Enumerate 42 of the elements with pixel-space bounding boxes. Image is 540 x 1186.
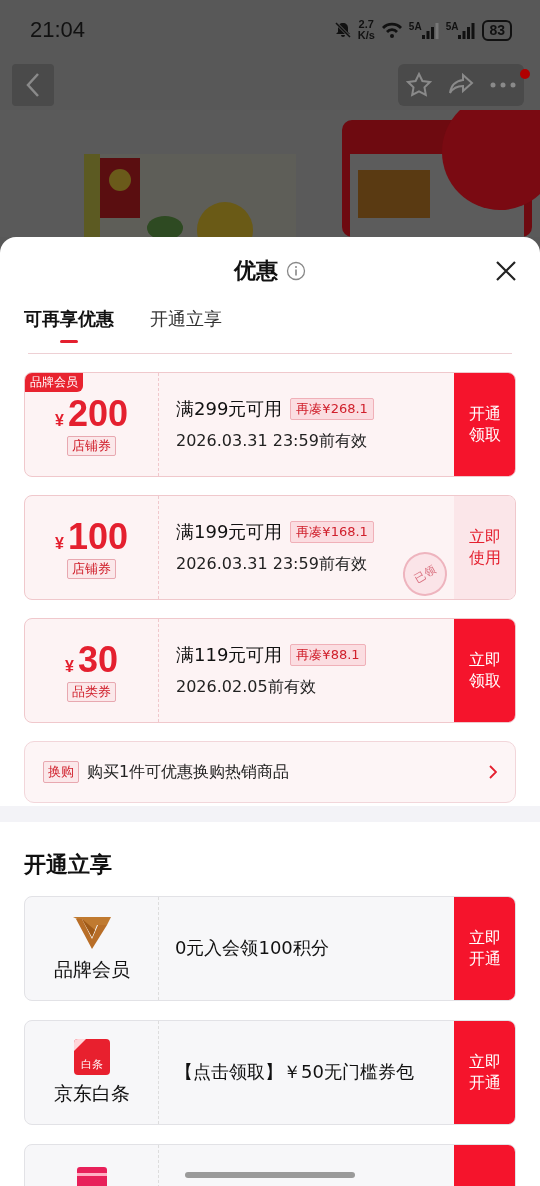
coupon-condition: 满199元可用 [176, 520, 283, 544]
service-offer-text: 0元入会领100积分 [175, 936, 329, 961]
tab[interactable]: 开通立享 [150, 305, 222, 343]
service-name: 京东白条 [53, 1080, 130, 1106]
coupon-amount: 100 [67, 516, 128, 557]
sheet-title: 优惠 [234, 257, 278, 285]
swap-offer-text: 购买1件可优惠换购热销商品 [87, 761, 291, 783]
swap-tag: 换购 [43, 761, 79, 783]
currency-sign: ¥ [55, 534, 64, 553]
coupon-amount: 30 [77, 639, 118, 680]
coupon-type-tag: 品类券 [67, 681, 116, 702]
network-speed-unit: K/s [357, 30, 375, 41]
service-name: 品牌会员 [53, 956, 130, 982]
coupon-validity: 2026.02.05前有效 [176, 677, 316, 698]
coupon-amount: 200 [67, 393, 128, 434]
remaining-amount-tag: 再凑¥88.1 [290, 644, 366, 666]
coupon-condition: 满299元可用 [176, 397, 283, 421]
coupon-condition: 满119元可用 [176, 643, 283, 667]
clock-time: 21:04 [30, 17, 86, 43]
tab[interactable]: 可再享优惠 [24, 305, 114, 343]
network-type: 5A [445, 21, 459, 32]
remaining-amount-tag: 再凑¥268.1 [290, 398, 374, 420]
remaining-amount-tag: 再凑¥168.1 [290, 521, 374, 543]
service-offer-text: 【点击领取】￥50无门槛券包 [175, 1060, 414, 1085]
coupon-validity: 2026.03.31 23:59前有效 [176, 554, 367, 575]
coupon-action-button[interactable]: 立即使用 [454, 496, 515, 599]
section-title: 开通立享 [23, 851, 113, 879]
coupon-action-button[interactable]: 立即领取 [454, 619, 515, 722]
coupon-action-button[interactable]: 开通领取 [454, 373, 515, 476]
currency-sign: ¥ [65, 657, 74, 676]
network-type: 5A [408, 21, 422, 32]
coupon-type-tag: 店铺券 [67, 558, 116, 579]
coupon-validity: 2026.03.31 23:59前有效 [176, 431, 367, 452]
baitiao-icon: 白条 [73, 1038, 110, 1075]
open-button[interactable]: 立即开通 [454, 897, 515, 1000]
battery-level: 83 [482, 19, 512, 41]
swap-offer-row[interactable]: 换购 购买1件可优惠换购热销商品 [24, 741, 516, 803]
coupon-type-tag: 店铺券 [67, 435, 116, 456]
open-button[interactable]: 立即开通 [454, 1021, 515, 1124]
currency-sign: ¥ [55, 411, 64, 430]
member-badge: 品牌会员 [25, 373, 83, 392]
network-speed: 2.7 [358, 19, 374, 30]
